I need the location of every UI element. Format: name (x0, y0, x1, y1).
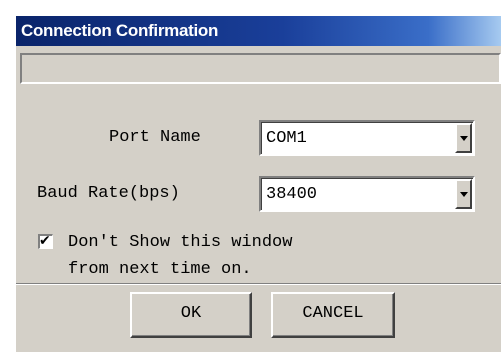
checkmark-icon: ✔ (39, 233, 51, 249)
cancel-button[interactable]: CANCEL (271, 292, 395, 338)
status-bar (20, 53, 501, 84)
port-name-value: COM1 (266, 129, 307, 148)
chevron-down-icon (460, 136, 468, 141)
port-name-dropdown-button[interactable] (455, 123, 472, 153)
chevron-down-icon (460, 192, 468, 197)
port-name-select[interactable]: COM1 (259, 120, 475, 156)
baud-rate-label: Baud Rate(bps) (37, 184, 180, 203)
window-title: Connection Confirmation (16, 16, 501, 46)
baud-rate-dropdown-button[interactable] (455, 179, 472, 209)
dont-show-checkbox[interactable]: ✔ (38, 233, 53, 249)
dont-show-label-line2: from next time on. (68, 260, 252, 279)
connection-dialog: Connection Confirmation Port Name COM1 B… (14, 14, 501, 352)
baud-rate-value: 38400 (266, 185, 318, 204)
port-name-label: Port Name (109, 128, 201, 147)
baud-rate-select[interactable]: 38400 (259, 176, 475, 212)
button-separator (16, 283, 501, 285)
ok-button[interactable]: OK (130, 292, 252, 338)
dont-show-label-line1: Don't Show this window (68, 233, 293, 252)
